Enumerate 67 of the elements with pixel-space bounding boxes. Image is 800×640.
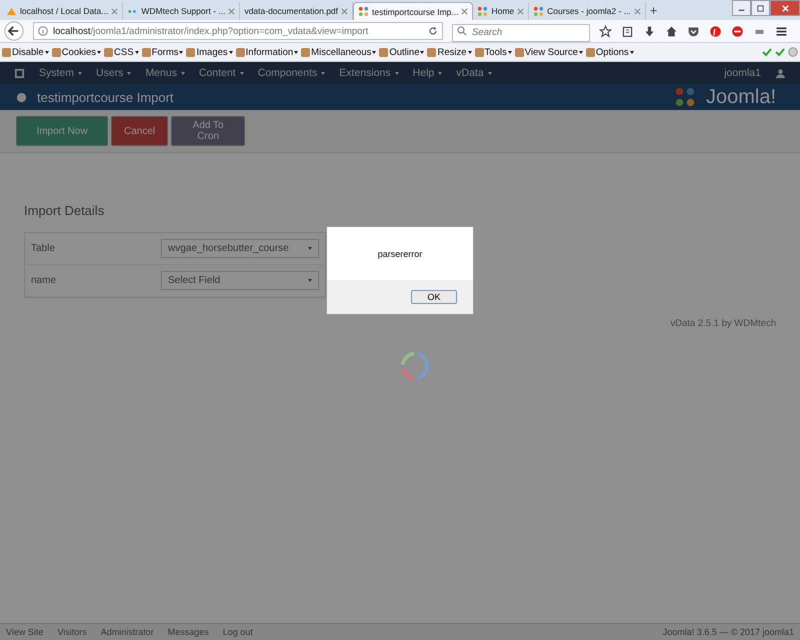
info-icon bbox=[38, 26, 48, 36]
toolbar-menu[interactable]: Miscellaneous bbox=[301, 46, 376, 58]
field-label: name bbox=[31, 275, 58, 286]
reload-icon[interactable] bbox=[428, 26, 438, 36]
menu-item[interactable]: Users bbox=[96, 67, 132, 79]
menu-item[interactable]: Content bbox=[198, 67, 244, 79]
page-title: testimportcourse Import bbox=[37, 90, 174, 104]
pocket-icon[interactable] bbox=[687, 24, 700, 38]
status-circle-icon bbox=[788, 47, 798, 57]
menu-item[interactable]: Help bbox=[412, 67, 442, 79]
menu-item[interactable]: Extensions bbox=[339, 67, 399, 79]
joomla-logo-icon bbox=[674, 86, 696, 108]
logo-text: Joomla! bbox=[706, 86, 776, 108]
toolbar-menu[interactable]: Resize bbox=[427, 46, 472, 58]
toolbar-menu[interactable]: Information bbox=[236, 46, 298, 58]
toolbar-menu[interactable]: Images bbox=[186, 46, 233, 58]
field-label: Table bbox=[31, 243, 56, 254]
close-icon[interactable] bbox=[111, 8, 118, 14]
restore-button[interactable] bbox=[751, 0, 770, 16]
home-icon[interactable] bbox=[665, 24, 678, 38]
menu-item[interactable]: vData bbox=[456, 67, 492, 79]
download-icon[interactable] bbox=[643, 24, 656, 38]
close-icon bbox=[780, 4, 790, 12]
clipboard-icon[interactable] bbox=[621, 24, 634, 38]
user-icon[interactable] bbox=[775, 68, 786, 78]
restore-icon bbox=[756, 4, 765, 12]
toolbar-menu[interactable]: CSS bbox=[104, 46, 139, 58]
close-window-button[interactable] bbox=[770, 0, 800, 16]
select-field[interactable]: wvgae_horsebutter_course bbox=[161, 239, 319, 258]
menu-item[interactable]: Components bbox=[258, 67, 326, 79]
select-field[interactable]: Select Field bbox=[161, 271, 319, 290]
close-icon[interactable] bbox=[341, 8, 348, 14]
menu-item[interactable]: System bbox=[39, 67, 82, 79]
menu-item[interactable]: Menus bbox=[145, 67, 185, 79]
site-link[interactable]: joomla1 bbox=[724, 67, 761, 79]
toolbar-menu[interactable]: Tools bbox=[474, 46, 512, 58]
sailboat-icon bbox=[6, 6, 17, 16]
close-icon[interactable] bbox=[228, 8, 236, 14]
credit-text: vData 2.5.1 by WDMtech bbox=[670, 318, 776, 329]
bookmark-star-icon[interactable] bbox=[599, 24, 612, 38]
close-icon[interactable] bbox=[517, 8, 524, 14]
section-title: Import Details bbox=[24, 203, 106, 218]
alert-message: parsererror bbox=[378, 248, 422, 258]
toolbar-menu[interactable]: Cookies bbox=[52, 46, 102, 58]
loading-spinner-icon bbox=[399, 350, 431, 382]
toolbar-menu[interactable]: Forms bbox=[142, 46, 184, 58]
globe-icon bbox=[16, 92, 27, 102]
caret-icon bbox=[308, 247, 312, 250]
search-icon bbox=[457, 26, 467, 36]
search-field[interactable]: Search bbox=[452, 24, 590, 42]
adblock-icon[interactable] bbox=[731, 24, 744, 38]
toolbar-menu[interactable]: Options bbox=[586, 46, 634, 58]
toolbar-menu[interactable]: View Source bbox=[514, 46, 583, 58]
address-bar[interactable]: localhost/joomla1/administrator/index.php?option=com_vdata&view=import bbox=[33, 22, 443, 40]
menu-icon[interactable] bbox=[775, 24, 788, 38]
new-tab-button[interactable]: + bbox=[646, 2, 662, 18]
copyright-text: Joomla! 3.6.5 — © 2017 joomla1 bbox=[662, 627, 794, 637]
minimize-button[interactable] bbox=[732, 0, 751, 16]
toolbar-menu[interactable]: Disable bbox=[2, 46, 49, 58]
back-button[interactable] bbox=[4, 21, 24, 41]
caret-icon bbox=[308, 279, 312, 282]
pin-icon[interactable] bbox=[709, 24, 722, 38]
ok-button[interactable]: OK bbox=[411, 290, 457, 304]
browser-tab[interactable]: testimportcourse Imp... bbox=[353, 2, 474, 20]
close-icon[interactable] bbox=[461, 8, 468, 15]
close-icon[interactable] bbox=[634, 8, 641, 14]
toolbar-menu[interactable]: Outline bbox=[379, 46, 424, 58]
